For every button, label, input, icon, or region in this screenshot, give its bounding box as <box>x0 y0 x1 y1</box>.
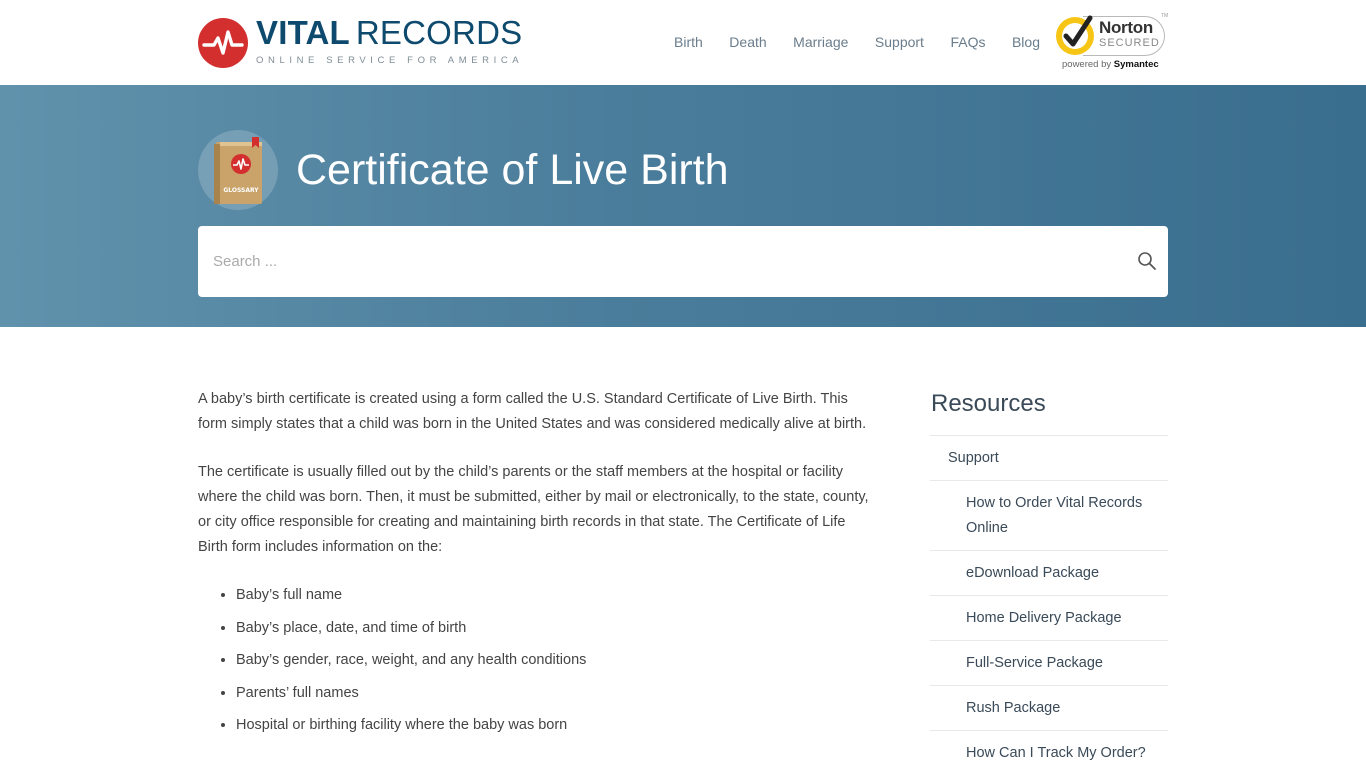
norton-company: Symantec <box>1113 59 1159 70</box>
nav-death[interactable]: Death <box>729 34 766 51</box>
search-input[interactable] <box>198 226 1098 297</box>
sidebar-item-track-order: How Can I Track My Order? <box>930 730 1168 775</box>
norton-name: Norton <box>1099 18 1153 37</box>
sidebar-link-rush[interactable]: Rush Package <box>930 686 1168 730</box>
sidebar-link-how-to-order[interactable]: How to Order Vital Records Online <box>930 481 1168 550</box>
main-nav: Birth Death Marriage Support FAQs Blog <box>674 34 1067 51</box>
list-item: Baby’s place, date, and time of birth <box>236 616 878 641</box>
glossary-label: GLOSSARY <box>223 187 259 194</box>
nav-marriage[interactable]: Marriage <box>793 34 848 51</box>
norton-powered-label: powered by <box>1062 59 1112 70</box>
sidebar-link-edownload[interactable]: eDownload Package <box>930 551 1168 595</box>
nav-support[interactable]: Support <box>875 34 924 51</box>
list-item: Baby’s full name <box>236 583 878 608</box>
logo-title-regular: RECORDS <box>355 14 523 51</box>
glossary-icon-circle: GLOSSARY <box>198 130 278 210</box>
sidebar-title: Resources <box>931 390 1046 417</box>
norton-checkmark-icon <box>1056 15 1094 55</box>
sidebar-link-track-order[interactable]: How Can I Track My Order? <box>930 731 1168 775</box>
search-icon[interactable] <box>1137 251 1157 271</box>
sidebar-link-full-service[interactable]: Full-Service Package <box>930 641 1168 685</box>
sidebar-item-edownload: eDownload Package <box>930 550 1168 595</box>
article-list: Baby’s full name Baby’s place, date, and… <box>198 583 878 738</box>
norton-tm: TM <box>1161 13 1169 19</box>
nav-faqs[interactable]: FAQs <box>950 34 985 51</box>
heartbeat-logo-icon <box>198 18 248 68</box>
list-item: Hospital or birthing facility where the … <box>236 713 878 738</box>
sidebar-item-how-to-order: How to Order Vital Records Online <box>930 480 1168 550</box>
nav-birth[interactable]: Birth <box>674 34 703 51</box>
article-content: A baby’s birth certificate is created us… <box>198 387 878 746</box>
logo-title-bold: VITAL <box>256 14 350 51</box>
site-logo[interactable]: VITAL RECORDS ONLINE SERVICE FOR AMERICA <box>198 15 522 68</box>
glossary-book-icon: GLOSSARY <box>214 137 262 204</box>
hero-banner: GLOSSARY Certificate of Live Birth <box>0 85 1366 327</box>
site-header: VITAL RECORDS ONLINE SERVICE FOR AMERICA … <box>0 0 1366 85</box>
list-item: Baby’s gender, race, weight, and any hea… <box>236 648 878 673</box>
sidebar-link-home-delivery[interactable]: Home Delivery Package <box>930 596 1168 640</box>
norton-secured-text: SECURED <box>1099 37 1160 49</box>
article-paragraph: The certificate is usually filled out by… <box>198 464 869 555</box>
sidebar-item-support: Support <box>930 435 1168 480</box>
logo-tagline: ONLINE SERVICE FOR AMERICA <box>256 55 524 66</box>
norton-secured-seal[interactable]: TM Norton SECURED powered by Symantec <box>1053 10 1169 72</box>
search-box <box>198 226 1168 297</box>
sidebar-item-full-service: Full-Service Package <box>930 640 1168 685</box>
logo-title: VITAL RECORDS <box>256 15 522 51</box>
norton-powered-by: powered by Symantec <box>1062 59 1159 70</box>
sidebar-link-support[interactable]: Support <box>930 436 1168 480</box>
article-paragraph: A baby’s birth certificate is created us… <box>198 391 867 432</box>
sidebar-item-home-delivery: Home Delivery Package <box>930 595 1168 640</box>
list-item: Parents’ full names <box>236 681 878 706</box>
nav-blog[interactable]: Blog <box>1012 34 1040 51</box>
page-title: Certificate of Live Birth <box>296 146 729 194</box>
sidebar-item-rush: Rush Package <box>930 685 1168 730</box>
resources-sidebar: Resources Support How to Order Vital Rec… <box>930 388 1168 775</box>
